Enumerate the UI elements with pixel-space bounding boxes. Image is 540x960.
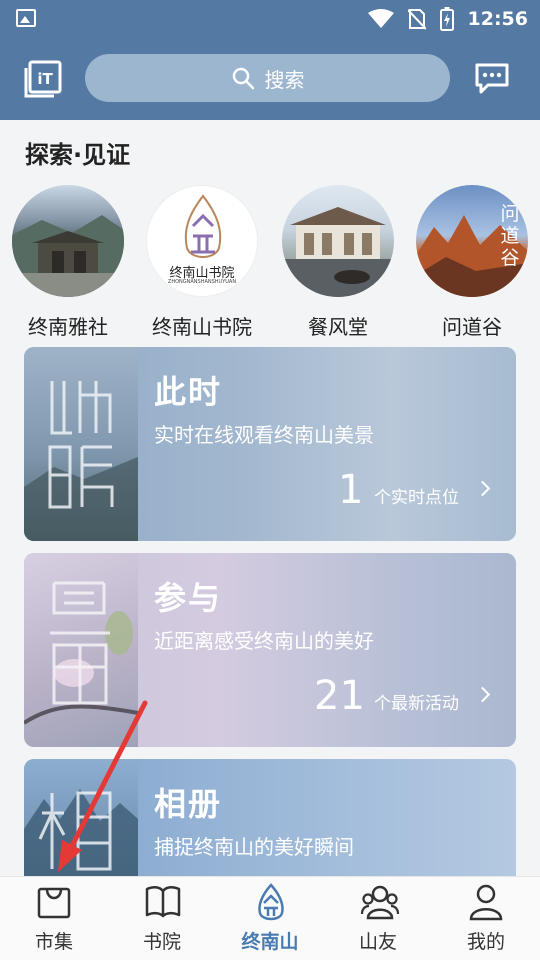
explore-section-title: 探索·见证: [25, 141, 131, 169]
place-item-yashe[interactable]: 终南雅社: [8, 185, 128, 340]
tab-me[interactable]: 我的: [432, 877, 540, 960]
card-live-view[interactable]: 此时 实时在线观看终南山美景 1 个实时点位: [24, 347, 516, 541]
hall-photo-icon: [282, 185, 394, 297]
live-point-unit: 个实时点位: [374, 488, 459, 508]
card-subtitle: 近距离感受终南山的美好: [154, 629, 374, 653]
tab-friends[interactable]: 山友: [324, 877, 432, 960]
card-title: 参与: [154, 579, 223, 617]
search-icon: [232, 67, 254, 90]
search-placeholder: 搜索: [264, 67, 305, 92]
card-title: 此时: [154, 373, 223, 411]
tab-label: 市集: [34, 931, 73, 953]
tab-label: 终南山: [241, 931, 299, 953]
chevron-right-icon: [474, 686, 491, 703]
activity-count: 21: [314, 673, 365, 719]
clock: 12:56: [467, 8, 528, 30]
card-title: 相册: [154, 785, 223, 823]
place-item-wendaogu[interactable]: 问道谷 问道谷: [412, 185, 532, 340]
friends-icon: [360, 885, 400, 920]
book-icon: [145, 886, 181, 918]
academy-logo-subtext: ZHONGNANSHANSHUYUAN: [167, 279, 237, 285]
live-point-count: 1: [338, 467, 364, 513]
place-name: 终南雅社: [28, 315, 108, 339]
chevron-right-icon: [474, 480, 491, 497]
activity-unit: 个最新活动: [374, 694, 459, 714]
bottom-tab-bar: 市集 书院 终南山 山友 我的: [0, 876, 540, 960]
temple-photo-icon: [12, 185, 124, 297]
messages-button[interactable]: [474, 62, 510, 94]
mountain-logo-icon: [258, 883, 284, 921]
bag-icon: [37, 887, 71, 919]
card-side-image: [24, 347, 138, 541]
card-participate[interactable]: 参与 近距离感受终南山的美好 21 个最新活动: [24, 553, 516, 747]
svg-text:iT: iT: [37, 70, 53, 88]
card-side-image: [24, 553, 138, 747]
place-name: 问道谷: [442, 315, 502, 339]
place-name: 餐风堂: [308, 315, 368, 339]
subscribe-icon: iT: [24, 60, 62, 98]
subscribe-button[interactable]: iT: [24, 60, 62, 98]
places-row: 终南雅社 终南山书院 ZHONGNANSHANSHUYUAN 终南山书院 餐风堂: [0, 185, 540, 340]
tab-label: 书院: [142, 931, 181, 953]
chat-icon: [475, 63, 509, 94]
card-subtitle: 实时在线观看终南山美景: [154, 423, 374, 447]
academy-logo-icon: 终南山书院 ZHONGNANSHANSHUYUAN: [146, 185, 258, 297]
valley-photo-icon: 问道谷: [416, 185, 528, 297]
person-icon: [469, 884, 503, 921]
place-item-academy[interactable]: 终南山书院 ZHONGNANSHANSHUYUAN 终南山书院: [142, 185, 262, 340]
search-bar[interactable]: 搜索: [85, 54, 450, 102]
tab-label: 山友: [358, 931, 397, 953]
wifi-icon: [367, 9, 394, 28]
status-bar: 12:56: [0, 0, 540, 38]
valley-overlay-text: 问道谷: [500, 203, 520, 269]
tab-label: 我的: [466, 931, 505, 953]
tab-market[interactable]: 市集: [0, 877, 108, 960]
battery-charging-icon: [439, 7, 454, 31]
place-item-canfengtang[interactable]: 餐风堂: [278, 185, 398, 340]
card-subtitle: 捕捉终南山的美好瞬间: [154, 835, 354, 859]
tab-zhongnanshan[interactable]: 终南山: [216, 877, 324, 960]
app-header: iT 搜索: [0, 38, 540, 120]
no-sim-icon: [407, 9, 426, 30]
image-notification-icon: [16, 9, 36, 27]
place-name: 终南山书院: [152, 315, 252, 339]
tab-academy[interactable]: 书院: [108, 877, 216, 960]
